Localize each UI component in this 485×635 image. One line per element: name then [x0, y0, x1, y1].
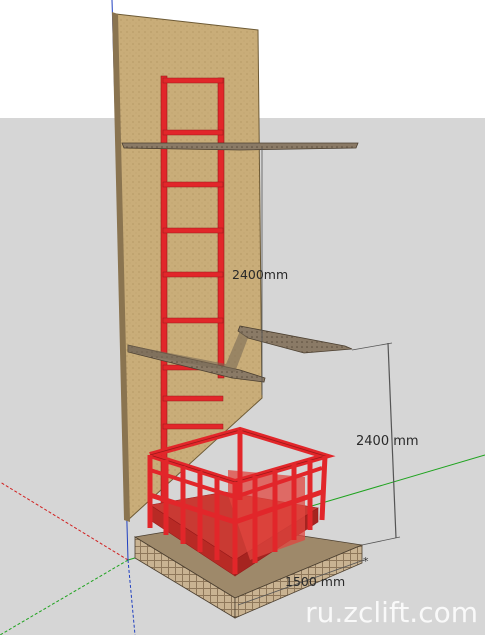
ladder-rung — [162, 77, 224, 84]
ladder-rung — [162, 227, 224, 234]
lift-3d-model: * 2400mm 2400 mm 1500 mm ru.zclift.com — [0, 0, 485, 635]
cage-post — [319, 455, 328, 521]
sketchup-viewport: * 2400mm 2400 mm 1500 mm ru.zclift.com — [0, 0, 485, 635]
ladder-rung — [162, 423, 224, 430]
lower-height-label: 2400 mm — [356, 434, 419, 449]
platform-width-label: 1500 mm — [285, 574, 345, 589]
watermark: ru.zclift.com — [305, 596, 478, 629]
ladder-rung — [162, 129, 224, 136]
ladder-rung — [162, 395, 224, 402]
ladder-rung — [162, 317, 224, 324]
svg-text:*: * — [363, 555, 369, 568]
upper-landing-slab — [121, 142, 359, 151]
upper-height-label: 2400mm — [232, 267, 288, 282]
ladder-rung — [162, 271, 224, 278]
ladder-rung — [162, 181, 224, 188]
